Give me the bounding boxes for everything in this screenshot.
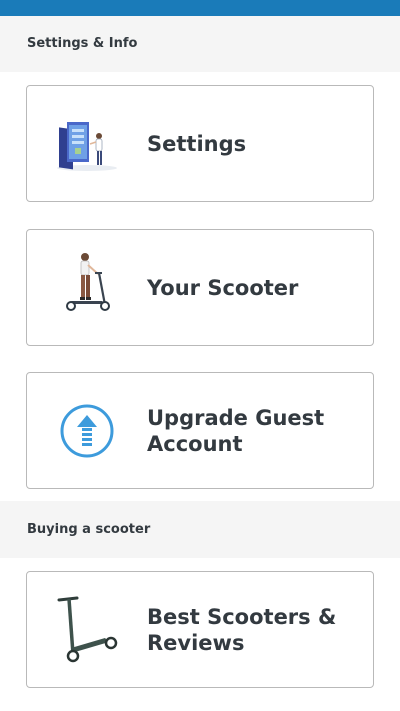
your-scooter-label: Your Scooter — [147, 275, 299, 300]
person-on-scooter-icon — [49, 248, 129, 328]
settings-card[interactable]: Settings — [26, 85, 374, 202]
upgrade-arrow-icon — [49, 391, 129, 471]
your-scooter-card[interactable]: Your Scooter — [26, 229, 374, 346]
section-header-buying-a-scooter: Buying a scooter — [0, 501, 400, 558]
settings-label: Settings — [147, 131, 247, 156]
settings-illustration-icon — [49, 104, 129, 184]
status-bar — [0, 0, 400, 16]
upgrade-guest-account-label: Upgrade Guest Account — [147, 405, 325, 456]
best-scooters-reviews-label: Best Scooters & Reviews — [147, 604, 337, 655]
scooter-icon — [49, 590, 129, 670]
best-scooters-reviews-card[interactable]: Best Scooters & Reviews — [26, 571, 374, 688]
section-header-settings-info: Settings & Info — [0, 16, 400, 72]
upgrade-guest-account-card[interactable]: Upgrade Guest Account — [26, 372, 374, 489]
